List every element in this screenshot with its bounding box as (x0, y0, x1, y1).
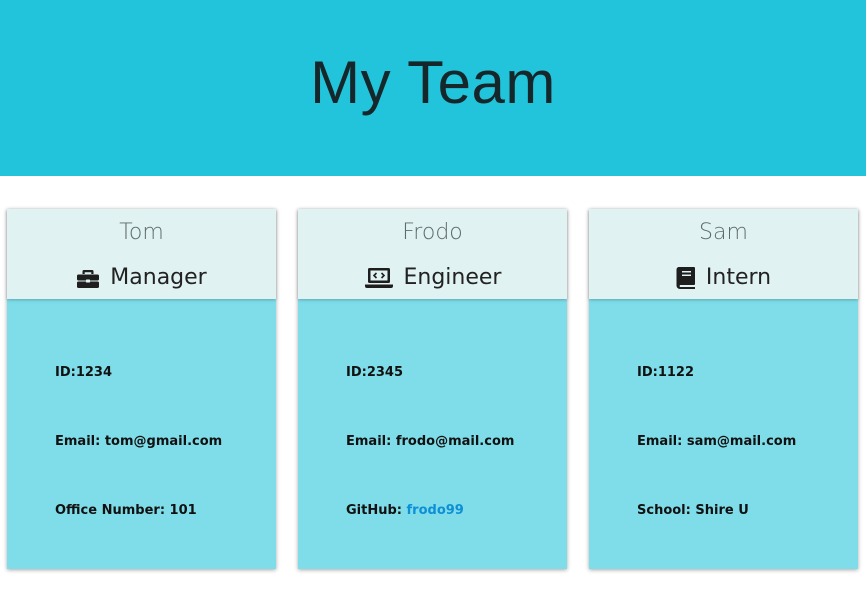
employee-email: Email: sam@mail.com (637, 434, 797, 449)
employee-role: Intern (589, 264, 858, 292)
employee-card-engineer: Frodo Engineer ID:2345 Email: frodo@mail… (298, 209, 567, 569)
employee-id: ID:2345 (346, 365, 404, 380)
github-field: GitHub: frodo99 (346, 503, 464, 518)
employee-email: Email: tom@gmail.com (55, 434, 223, 449)
employee-name: Sam (699, 220, 748, 245)
page-title: My Team (310, 49, 556, 116)
employee-email: Email: frodo@mail.com (346, 434, 515, 449)
page-header: My Team (0, 0, 866, 176)
employee-card-manager: Tom Manager ID:1234 Email: tom@gmail.com… (7, 209, 276, 569)
employee-name: Tom (119, 220, 164, 245)
card-header: Frodo Engineer (298, 209, 567, 299)
github-link[interactable]: frodo99 (407, 503, 464, 518)
employee-role: Engineer (298, 264, 567, 292)
briefcase-icon (76, 267, 100, 289)
role-label: Manager (110, 265, 207, 290)
employee-role: Manager (7, 264, 276, 292)
card-header: Tom Manager (7, 209, 276, 299)
role-label: Intern (705, 265, 772, 290)
employee-name: Frodo (402, 220, 463, 245)
office-number: Office Number: 101 (55, 503, 197, 518)
employee-card-intern: Sam Intern ID:1122 Email: sam@mail.com S… (589, 209, 858, 569)
laptop-code-icon (364, 267, 394, 289)
card-header: Sam Intern (589, 209, 858, 299)
employee-id: ID:1234 (55, 365, 113, 380)
book-icon (676, 266, 696, 290)
role-label: Engineer (403, 265, 502, 290)
school-field: School: Shire U (637, 503, 749, 518)
employee-id: ID:1122 (637, 365, 695, 380)
